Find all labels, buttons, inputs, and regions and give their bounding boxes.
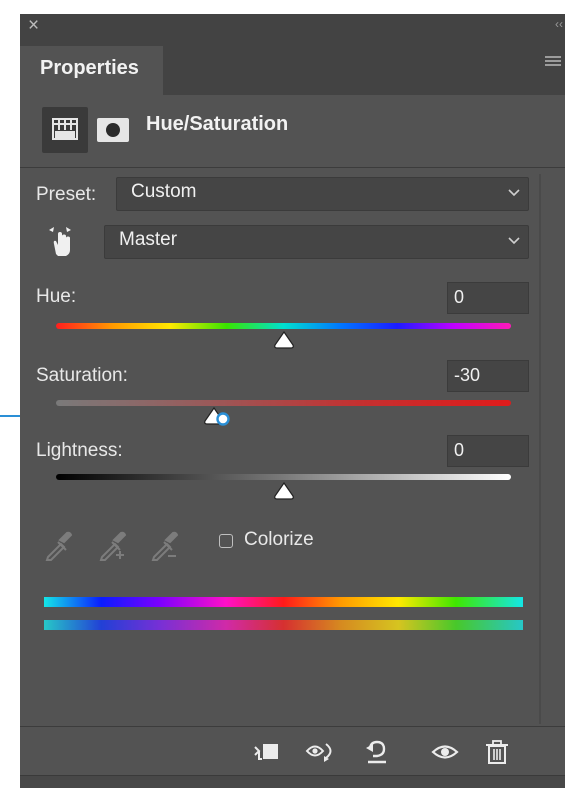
input-color-bar — [44, 597, 523, 607]
saturation-slider-thumb[interactable] — [202, 407, 232, 429]
adjustment-title: Hue/Saturation — [146, 113, 289, 135]
adjustment-layer-icon[interactable] — [42, 107, 88, 153]
scrollbar[interactable] — [539, 174, 541, 724]
eyedropper-add-icon[interactable] — [96, 530, 128, 562]
trash-icon[interactable] — [480, 735, 514, 769]
saturation-input[interactable]: -30 — [447, 360, 529, 392]
divider — [20, 167, 565, 168]
hue-slider-track[interactable] — [56, 323, 511, 329]
eyedropper-subtract-icon[interactable] — [148, 530, 180, 562]
output-color-bar — [44, 620, 523, 630]
visibility-eye-icon[interactable] — [428, 735, 462, 769]
lightness-input[interactable]: 0 — [447, 435, 529, 467]
preset-value: Custom — [131, 181, 197, 202]
preset-dropdown[interactable]: Custom — [116, 177, 529, 211]
eyedropper-icon[interactable] — [42, 530, 74, 562]
adjustment-header: Hue/Saturation — [20, 95, 565, 167]
tab-row: Properties — [20, 40, 565, 95]
resize-strip[interactable] — [20, 775, 565, 788]
saturation-label: Saturation: — [36, 365, 128, 386]
colorize-checkbox[interactable] — [219, 534, 233, 548]
lightness-slider-track[interactable] — [56, 474, 511, 480]
hue-input[interactable]: 0 — [447, 282, 529, 314]
channel-value: Master — [119, 229, 178, 250]
hue-slider-thumb[interactable] — [272, 331, 296, 349]
clip-to-layer-icon[interactable] — [250, 735, 284, 769]
hue-label: Hue: — [36, 286, 77, 307]
lightness-slider-thumb[interactable] — [272, 482, 296, 500]
close-icon[interactable]: × — [28, 15, 39, 37]
colorize-label: Colorize — [244, 529, 314, 550]
tab-properties[interactable]: Properties — [20, 46, 163, 95]
chevron-down-icon — [508, 237, 520, 245]
channel-dropdown[interactable]: Master — [104, 225, 529, 259]
preset-label: Preset: — [36, 184, 97, 205]
saturation-slider-track[interactable] — [56, 400, 511, 406]
panel-menu-icon[interactable] — [545, 56, 561, 68]
hand-tool-icon[interactable] — [44, 224, 80, 260]
chevron-down-icon — [508, 189, 520, 197]
reset-icon[interactable] — [360, 735, 394, 769]
properties-panel: × ‹‹ Properties Hue/Saturation Preset: C… — [20, 14, 565, 788]
panel-footer — [20, 727, 565, 775]
lightness-label: Lightness: — [36, 440, 123, 461]
collapse-panel-icon[interactable]: ‹‹ — [555, 17, 563, 31]
mask-icon[interactable] — [96, 117, 130, 143]
view-previous-state-icon[interactable] — [304, 735, 338, 769]
panel-titlebar: × ‹‹ — [20, 14, 565, 40]
